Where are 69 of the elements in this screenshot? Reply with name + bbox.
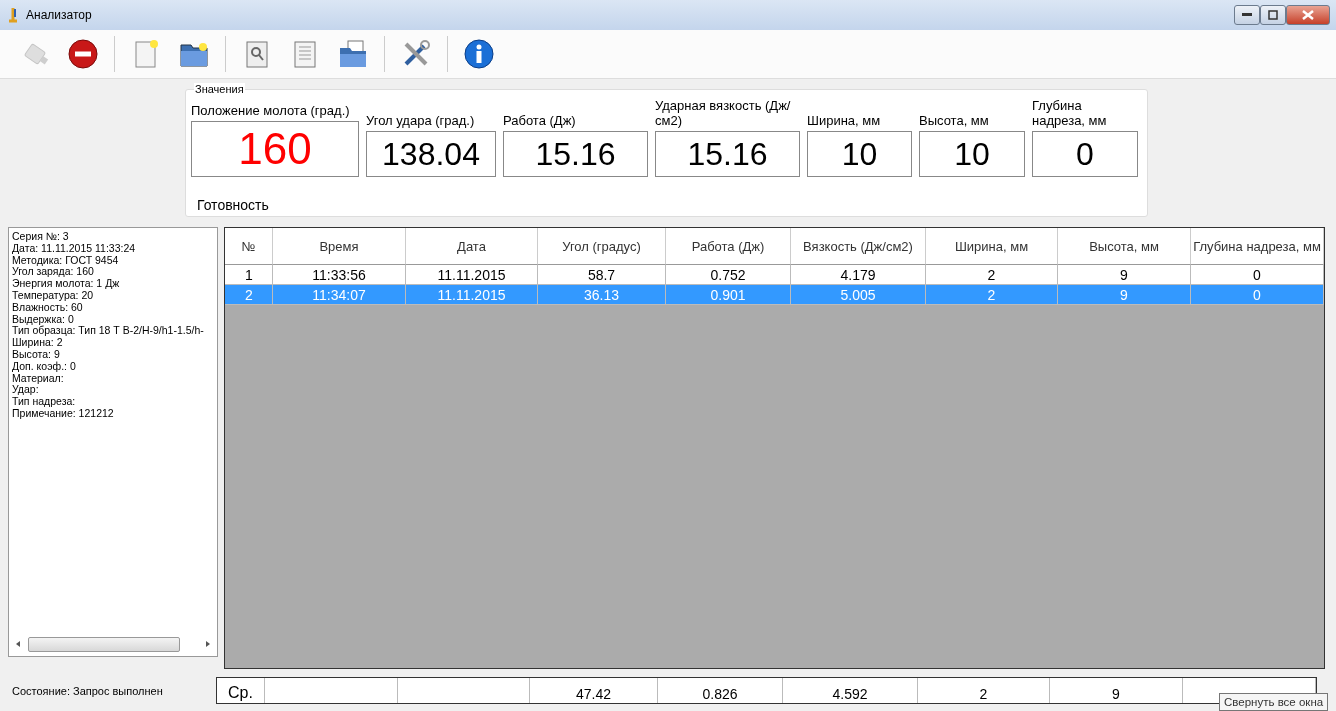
restore-button[interactable]: [1260, 5, 1286, 25]
info-line: Энергия молота: 1 Дж: [12, 278, 121, 290]
value-display: 160: [191, 121, 359, 177]
value-display: 15.16: [503, 131, 648, 177]
table-cell[interactable]: 4.179: [791, 265, 926, 285]
restore-icon: [1268, 10, 1278, 20]
column-header[interactable]: Высота, мм: [1058, 228, 1191, 265]
table-cell[interactable]: 0: [1191, 265, 1324, 285]
column-header[interactable]: Время: [273, 228, 406, 265]
table-cell[interactable]: 11.11.2015: [406, 265, 538, 285]
info-line: Температура: 20: [12, 290, 95, 302]
value-display: 10: [919, 131, 1025, 177]
table-cell[interactable]: 0.752: [666, 265, 791, 285]
info-line: Влажность: 60: [12, 301, 84, 314]
column-header[interactable]: Вязкость (Дж/см2): [791, 228, 926, 265]
info-line: Серия №: 3: [12, 231, 70, 243]
footer-cell: 47.42: [530, 678, 658, 703]
field-label: Работа (Дж): [503, 113, 577, 128]
column-header[interactable]: Ширина, мм: [926, 228, 1058, 265]
scrollbar-thumb[interactable]: [28, 636, 180, 652]
column-header[interactable]: Дата: [406, 228, 538, 265]
info-line: Методика: ГОСТ 9454: [12, 254, 120, 267]
info-line: Материал:: [12, 372, 64, 385]
value-display: 10: [807, 131, 912, 177]
info-line: Высота: 9: [12, 348, 61, 361]
group-title: Значения: [194, 83, 245, 95]
info-line: Угол заряда: 160: [12, 266, 95, 279]
value-display: 15.16: [655, 131, 800, 177]
footer-cell: 9: [1050, 678, 1183, 703]
app-icon: [6, 7, 20, 23]
value-display: 0: [1032, 131, 1138, 177]
window-title: Анализатор: [26, 8, 92, 22]
minimize-button[interactable]: [1234, 5, 1260, 25]
table-cell[interactable]: 58.7: [538, 265, 666, 285]
info-line: Тип образца: Тип 18 Т В-2/Н-9/h1-1.5/h-: [12, 325, 205, 338]
tooltip: Свернуть все окна: [1219, 693, 1329, 711]
field-label: Ширина, мм: [807, 113, 882, 128]
column-header[interactable]: №: [225, 228, 273, 265]
info-icon[interactable]: [462, 37, 496, 71]
table-cell[interactable]: 9: [1058, 265, 1191, 285]
info-line: Ширина: 2: [12, 337, 64, 349]
info-line: Тип надреза:: [12, 396, 77, 408]
table-cell[interactable]: 11:33:56: [273, 265, 406, 285]
footer-cell: 0.826: [658, 678, 783, 703]
info-line: Удар:: [12, 384, 39, 397]
info-line: Выдержка: 0: [12, 313, 74, 326]
footer-cell: 4.592: [783, 678, 918, 703]
status-label: Готовность: [197, 197, 270, 213]
footer-label: Ср.: [217, 678, 265, 703]
value-display: 138.04: [366, 131, 496, 177]
status-text: Состояние: Запрос выполнен: [11, 684, 164, 697]
minimize-icon: [1242, 13, 1252, 17]
column-header[interactable]: Угол (градус): [538, 228, 666, 265]
table-cell[interactable]: 1: [225, 265, 273, 285]
field-label: Угол удара (град.): [366, 113, 476, 128]
info-line: Доп. коэф.: 0: [12, 360, 77, 373]
info-line: Примечание: 121212: [12, 407, 115, 420]
field-label: Ударная вязкость (Дж/см2): [655, 98, 792, 128]
table-cell[interactable]: 2: [926, 265, 1058, 285]
column-header[interactable]: Глубина надреза, мм: [1191, 228, 1324, 265]
column-header[interactable]: Работа (Дж): [666, 228, 791, 265]
info-line: Дата: 11.11.2015 11:33:24: [12, 242, 137, 255]
footer-cell: 2: [918, 678, 1050, 703]
field-label: Положение молота (град.): [191, 103, 351, 118]
field-label: Глубина надреза, мм: [1032, 98, 1108, 128]
stop-icon[interactable]: [66, 37, 100, 71]
field-label: Высота, мм: [919, 113, 990, 128]
close-button[interactable]: [1286, 5, 1330, 25]
close-icon: [1302, 10, 1314, 20]
